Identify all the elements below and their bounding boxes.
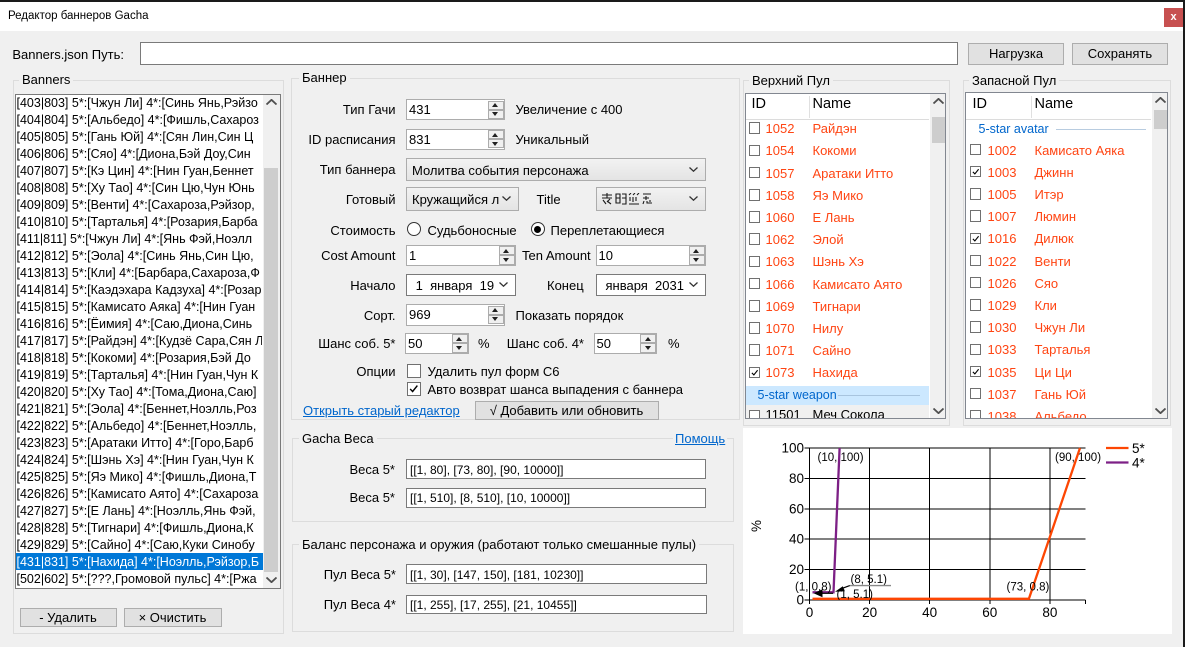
svg-text:5*: 5*: [1132, 441, 1146, 456]
svg-text:%: %: [749, 519, 764, 531]
svg-text:(8, 5.1): (8, 5.1): [851, 574, 888, 586]
svg-text:(90, 100): (90, 100): [1055, 452, 1101, 464]
svg-text:20: 20: [862, 605, 877, 620]
svg-text:60: 60: [982, 605, 997, 620]
svg-text:80: 80: [789, 470, 804, 485]
svg-text:80: 80: [1042, 605, 1057, 620]
svg-text:20: 20: [789, 562, 804, 577]
svg-text:60: 60: [789, 501, 804, 516]
svg-text:(73, 0.8): (73, 0.8): [1007, 581, 1050, 593]
svg-text:0: 0: [806, 605, 814, 620]
svg-text:(1, 0.8): (1, 0.8): [795, 581, 832, 593]
svg-text:100: 100: [781, 440, 804, 455]
svg-text:40: 40: [789, 531, 804, 546]
svg-text:4*: 4*: [1132, 455, 1146, 470]
svg-text:0: 0: [796, 592, 804, 607]
svg-text:40: 40: [922, 605, 937, 620]
svg-text:(10, 100): (10, 100): [818, 452, 864, 464]
